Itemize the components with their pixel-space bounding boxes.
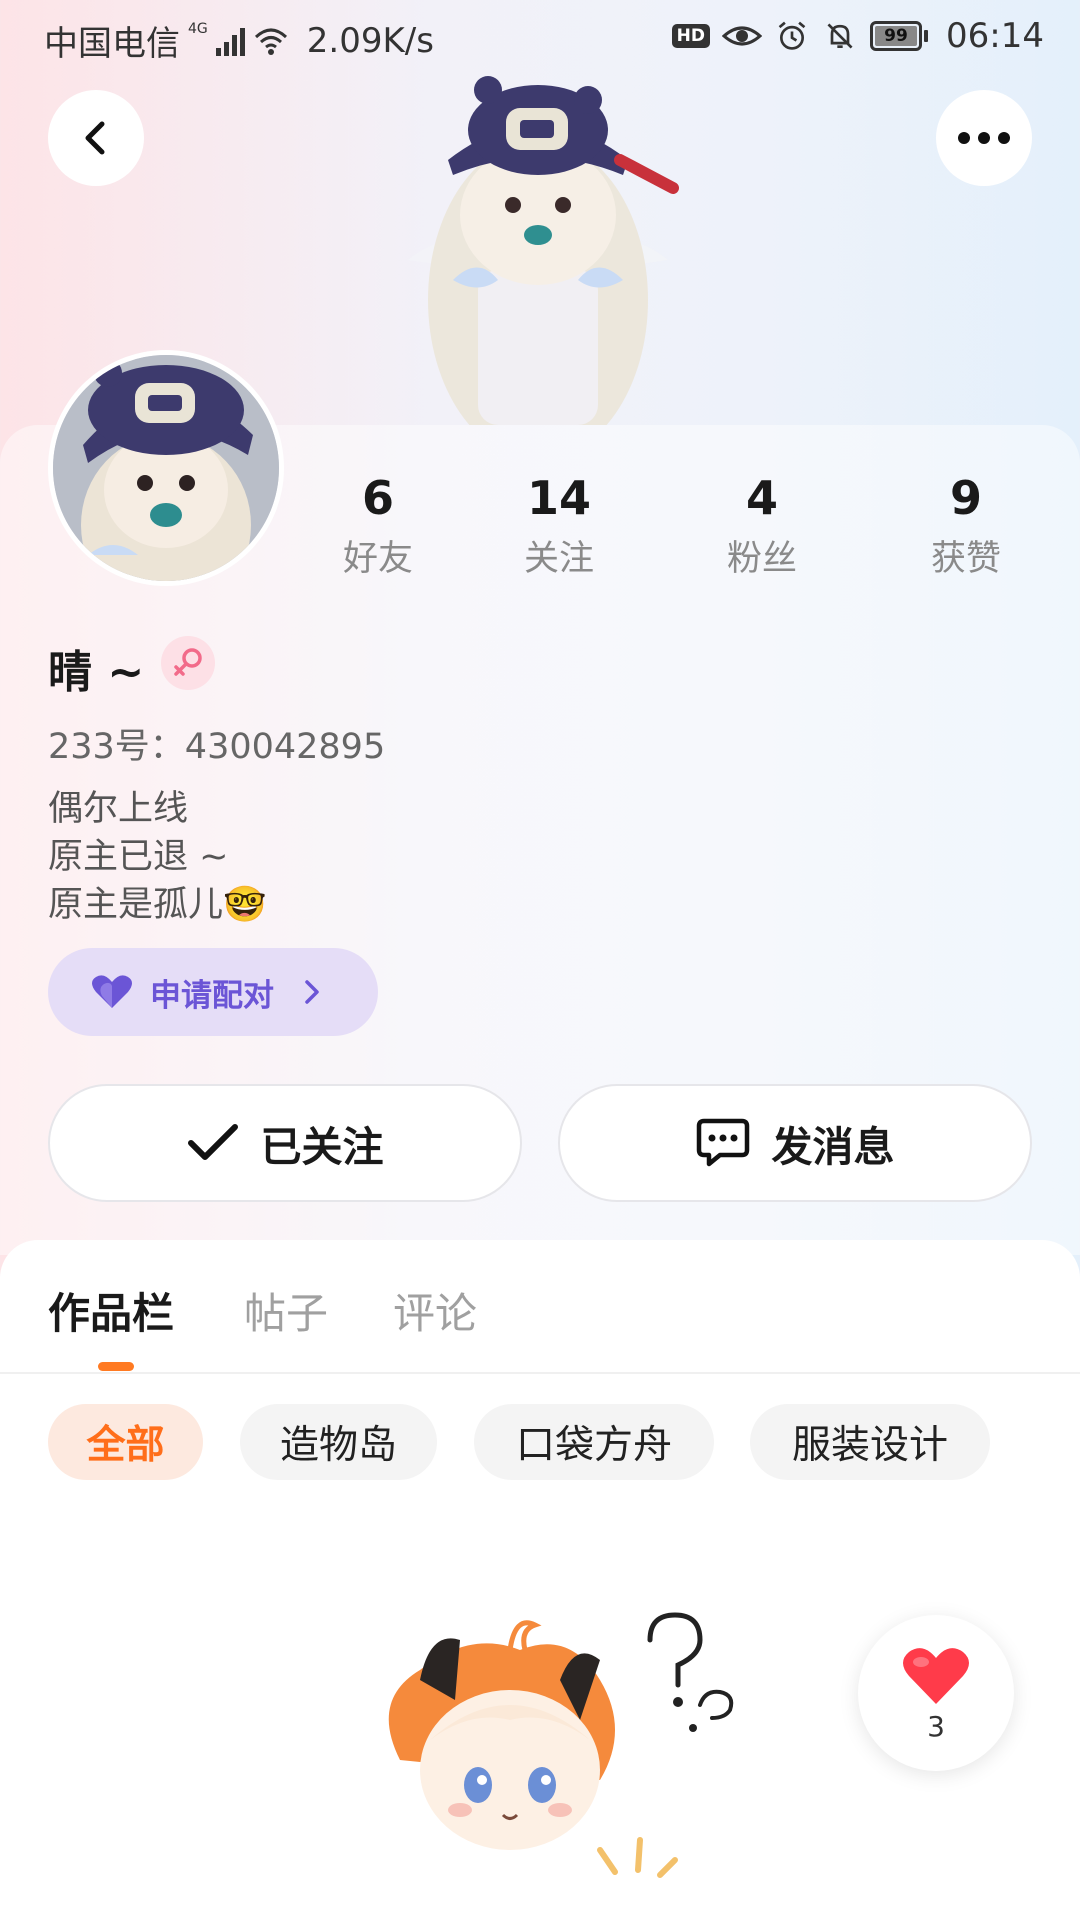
profile-stats: 6 好友 14 关注 4 粉丝 9 获赞 bbox=[0, 470, 1080, 590]
status-bar: 中国电信 4G 2.09K/s HD 99 06:14 bbox=[0, 0, 1080, 78]
mute-bell-icon bbox=[827, 23, 853, 49]
double-heart-icon bbox=[92, 975, 132, 1008]
back-button[interactable] bbox=[48, 90, 144, 186]
female-gender-icon bbox=[161, 636, 215, 690]
hd-icon: HD bbox=[671, 24, 711, 48]
battery-level: 99 bbox=[884, 26, 908, 46]
content-tabs: 作品栏 帖子 评论 bbox=[0, 1280, 1080, 1380]
more-button[interactable] bbox=[936, 90, 1032, 186]
like-button[interactable]: 3 bbox=[858, 1615, 1014, 1771]
more-dots-icon bbox=[958, 132, 1010, 144]
bio-line: 原主是孤儿🤓 bbox=[48, 885, 267, 925]
chip-all[interactable]: 全部 bbox=[48, 1404, 203, 1480]
eye-icon bbox=[722, 26, 763, 46]
avatar-character-banner-image bbox=[408, 76, 679, 425]
chat-bubble-icon bbox=[696, 1118, 749, 1167]
stat-followers[interactable]: 4 粉丝 bbox=[692, 470, 832, 581]
following-button[interactable]: 已关注 bbox=[48, 1084, 522, 1202]
network-type: 4G bbox=[188, 20, 208, 37]
stat-likes[interactable]: 9 获赞 bbox=[896, 470, 1036, 581]
request-pair-button[interactable]: 申请配对 bbox=[48, 948, 378, 1036]
chip-pocket-ark[interactable]: 口袋方舟 bbox=[474, 1404, 714, 1480]
chip-costume-design[interactable]: 服装设计 bbox=[750, 1404, 990, 1480]
alarm-icon bbox=[778, 21, 806, 50]
stat-label: 粉丝 bbox=[726, 539, 797, 579]
back-chevron-icon bbox=[85, 121, 105, 155]
request-pair-label: 申请配对 bbox=[150, 977, 274, 1014]
stat-label: 关注 bbox=[523, 539, 594, 579]
stat-friends[interactable]: 6 好友 bbox=[308, 470, 448, 581]
category-filter: 全部 造物岛 口袋方舟 服装设计 bbox=[0, 1404, 1080, 1480]
bio-line: 偶尔上线 bbox=[48, 789, 189, 829]
works-section: 作品栏 帖子 评论 全部 造物岛 口袋方舟 服装设计 3 bbox=[0, 1240, 1080, 1920]
stat-following[interactable]: 14 关注 bbox=[489, 470, 629, 581]
user-id: 233号：430042895 bbox=[48, 727, 386, 767]
checkmark-icon bbox=[187, 1124, 238, 1160]
battery-icon: 99 bbox=[870, 21, 929, 51]
tab-works[interactable]: 作品栏 bbox=[48, 1280, 174, 1341]
chip-creation-island[interactable]: 造物岛 bbox=[240, 1404, 437, 1480]
stat-label: 好友 bbox=[342, 539, 413, 579]
stat-label: 获赞 bbox=[930, 539, 1001, 579]
signal-icon bbox=[215, 26, 245, 56]
like-count: 3 bbox=[927, 1709, 945, 1743]
empty-state-mascot-image bbox=[388, 1612, 734, 1878]
tab-posts[interactable]: 帖子 bbox=[244, 1280, 328, 1341]
send-message-button[interactable]: 发消息 bbox=[558, 1084, 1032, 1202]
clock: 06:14 bbox=[946, 16, 1044, 56]
bio: 偶尔上线 原主已退 ~ 原主是孤儿🤓 bbox=[48, 785, 267, 929]
send-message-label: 发消息 bbox=[771, 1123, 895, 1171]
username: 晴 ~ bbox=[48, 647, 145, 698]
tab-comments[interactable]: 评论 bbox=[393, 1280, 477, 1341]
stat-value: 14 bbox=[526, 471, 591, 525]
stat-value: 6 bbox=[361, 471, 394, 525]
active-tab-indicator bbox=[98, 1362, 134, 1371]
stat-value: 4 bbox=[745, 471, 778, 525]
wifi-icon bbox=[254, 28, 287, 55]
tab-divider bbox=[0, 1372, 1080, 1374]
chevron-right-icon bbox=[305, 980, 319, 1004]
bio-line: 原主已退 ~ bbox=[48, 837, 229, 877]
heart-icon bbox=[903, 1647, 969, 1704]
network-speed: 2.09K/s bbox=[306, 20, 434, 61]
following-label: 已关注 bbox=[260, 1123, 384, 1171]
carrier-label: 中国电信 bbox=[44, 24, 180, 64]
stat-value: 9 bbox=[949, 471, 982, 525]
